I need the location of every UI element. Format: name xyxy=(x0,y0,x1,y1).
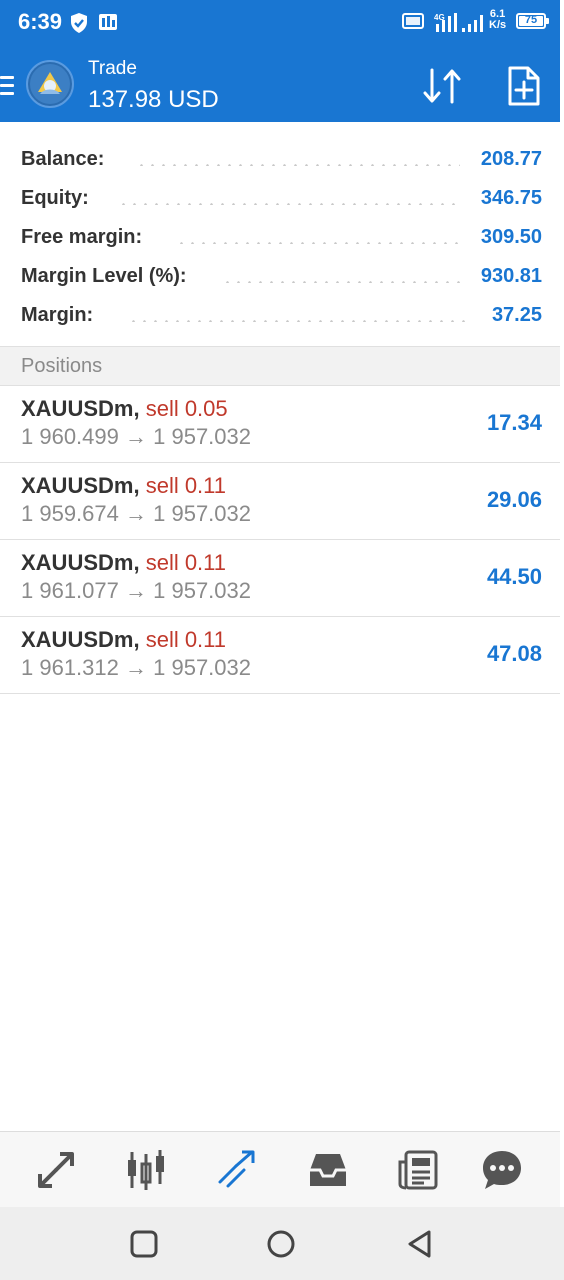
margin-level-value: 930.81 xyxy=(480,265,542,287)
menu-icon[interactable] xyxy=(0,76,14,96)
margin-level-label: Margin Level (%): xyxy=(21,265,187,287)
position-symbol: XAUUSDm, sell 0.11 xyxy=(21,473,227,498)
battery-icon: 75 xyxy=(516,13,549,29)
chart-icon[interactable] xyxy=(124,1148,168,1192)
account-avatar[interactable] xyxy=(26,60,74,108)
position-side: sell 0.11 xyxy=(145,627,227,652)
leader-dots xyxy=(128,320,472,322)
status-bar: 6:39 4G 6.1 K/s 75 xyxy=(0,0,560,46)
balance-value: 208.77 xyxy=(480,148,542,170)
margin-row: Margin: 37.25 xyxy=(0,294,560,333)
leader-dots xyxy=(136,164,460,166)
position-row[interactable]: XAUUSDm, sell 0.11 1 959.674 → 1 957.032… xyxy=(0,463,560,540)
new-order-icon[interactable] xyxy=(506,64,542,108)
messages-icon[interactable] xyxy=(480,1148,524,1192)
margin-label: Margin: xyxy=(21,304,94,326)
leader-dots xyxy=(118,203,460,205)
system-nav-bar xyxy=(0,1207,564,1280)
trade-icon[interactable] xyxy=(214,1148,258,1192)
position-profit: 47.08 xyxy=(486,641,542,666)
signal-4g-icon: 4G xyxy=(434,13,457,32)
shield-icon xyxy=(71,13,87,33)
position-profit: 29.06 xyxy=(486,487,542,512)
free-margin-row: Free margin: 309.50 xyxy=(0,216,560,255)
equity-row: Equity: 346.75 xyxy=(0,177,560,216)
position-prices: 1 960.499 → 1 957.032 xyxy=(21,424,251,449)
arrow-icon: → xyxy=(125,578,147,603)
position-prices: 1 959.674 → 1 957.032 xyxy=(21,501,251,526)
position-symbol: XAUUSDm, sell 0.11 xyxy=(21,550,227,575)
status-time: 6:39 xyxy=(18,9,63,34)
position-row[interactable]: XAUUSDm, sell 0.11 1 961.077 → 1 957.032… xyxy=(0,540,560,617)
screen-title: Trade xyxy=(88,58,137,79)
free-margin-label: Free margin: xyxy=(21,226,143,248)
position-symbol: XAUUSDm, sell 0.11 xyxy=(21,627,227,652)
positions-title: Positions xyxy=(21,355,103,377)
leader-dots xyxy=(176,242,460,244)
news-icon[interactable] xyxy=(396,1148,440,1192)
quotes-icon[interactable] xyxy=(34,1148,78,1192)
top-bar: 6:39 4G 6.1 K/s 75 Trade 137.98 USD xyxy=(0,0,560,122)
positions-header: Positions xyxy=(0,346,560,386)
position-symbol: XAUUSDm, sell 0.05 xyxy=(21,396,228,421)
recents-icon[interactable] xyxy=(129,1229,159,1259)
free-margin-value: 309.50 xyxy=(480,226,542,248)
sort-icon[interactable] xyxy=(420,66,464,106)
balance-row: Balance: 208.77 xyxy=(0,138,560,177)
home-icon[interactable] xyxy=(266,1229,296,1259)
net-speed: 6.1 K/s xyxy=(489,8,507,31)
position-prices: 1 961.312 → 1 957.032 xyxy=(21,655,251,680)
position-prices: 1 961.077 → 1 957.032 xyxy=(21,578,251,603)
leader-dots xyxy=(222,281,460,283)
arrow-icon: → xyxy=(125,655,147,680)
position-profit: 44.50 xyxy=(486,564,542,589)
position-side: sell 0.05 xyxy=(145,396,228,421)
balance-label: Balance: xyxy=(21,148,105,170)
back-icon[interactable] xyxy=(405,1229,435,1259)
margin-level-row: Margin Level (%): 930.81 xyxy=(0,255,560,294)
equity-value: 346.75 xyxy=(480,187,542,209)
sim-icon xyxy=(99,14,117,30)
equity-label: Equity: xyxy=(21,187,89,209)
signal-icon xyxy=(462,15,483,32)
position-side: sell 0.11 xyxy=(145,550,227,575)
app-bar: Trade 137.98 USD xyxy=(0,46,560,122)
cast-icon xyxy=(402,13,424,29)
position-profit: 17.34 xyxy=(486,410,542,435)
margin-value: 37.25 xyxy=(491,304,542,326)
header-balance: 137.98 USD xyxy=(88,86,219,113)
position-side: sell 0.11 xyxy=(145,473,227,498)
position-row[interactable]: XAUUSDm, sell 0.05 1 960.499 → 1 957.032… xyxy=(0,386,560,463)
bottom-nav xyxy=(0,1131,560,1207)
position-row[interactable]: XAUUSDm, sell 0.11 1 961.312 → 1 957.032… xyxy=(0,617,560,694)
history-icon[interactable] xyxy=(306,1148,350,1192)
arrow-icon: → xyxy=(125,501,147,526)
arrow-icon: → xyxy=(125,424,147,449)
